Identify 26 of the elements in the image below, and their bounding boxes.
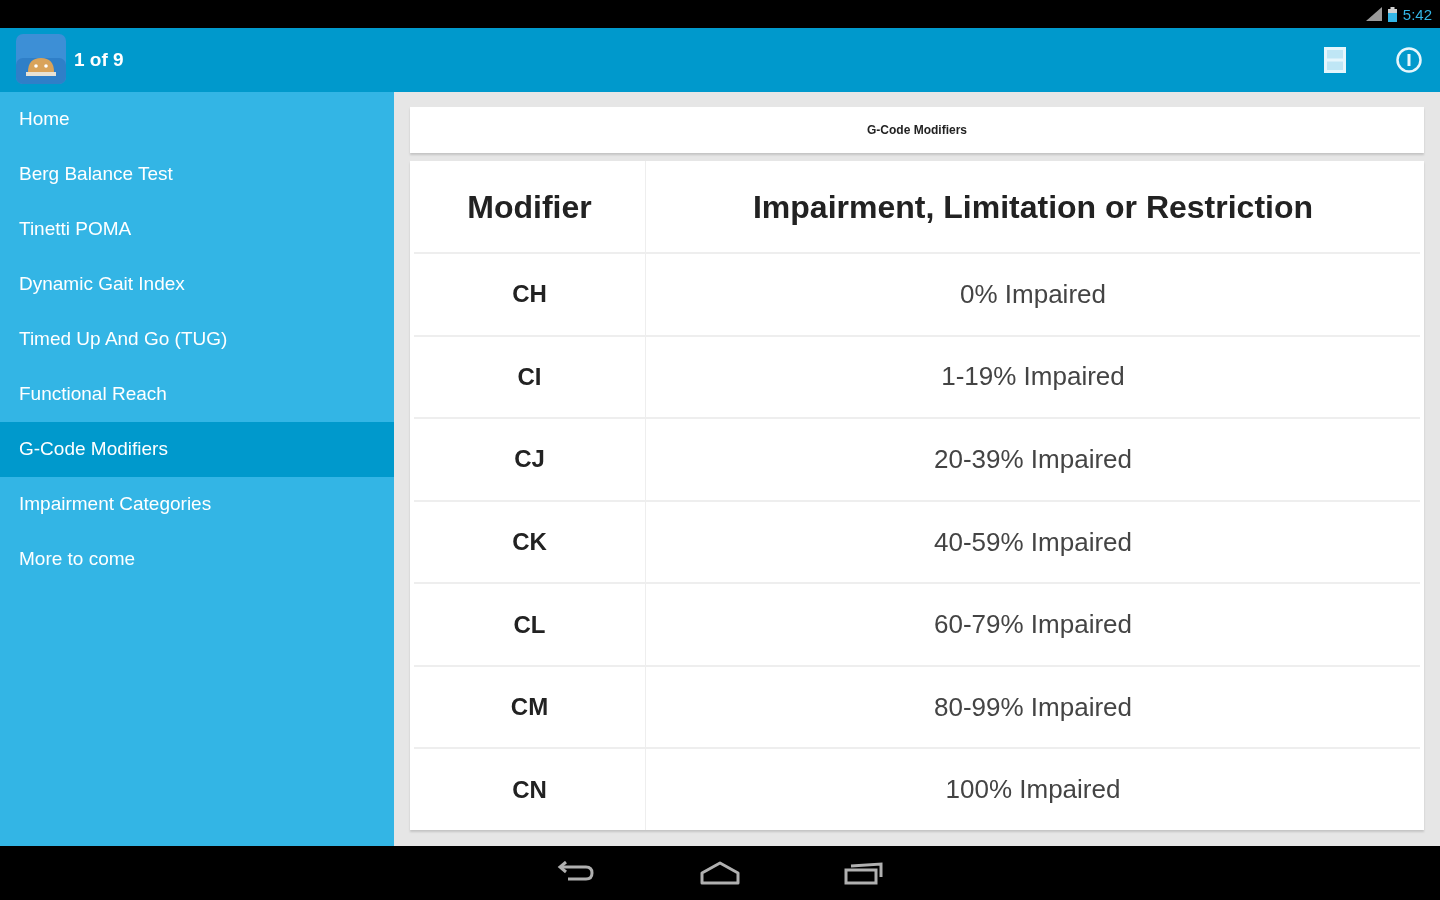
table-cell-text: CH <box>512 279 547 310</box>
table-cell-text: 60-79% Impaired <box>934 608 1132 642</box>
clock-time: 5:42 <box>1402 6 1432 22</box>
column-header: Modifier <box>467 187 592 227</box>
recents-icon[interactable] <box>844 861 884 885</box>
table-cell-text: 80-99% Impaired <box>934 690 1132 724</box>
table-cell-text: 100% Impaired <box>945 773 1121 807</box>
table-cell-text: CM <box>510 692 549 723</box>
battery-icon <box>1387 6 1397 22</box>
table-cell-text: CK <box>512 527 547 557</box>
home-icon[interactable] <box>700 861 740 885</box>
table-cell-text: CI <box>517 361 542 392</box>
column-header: Impairment, Limitation or Restriction <box>752 187 1314 227</box>
sidebar-item[interactable]: G-Code Modifiers <box>0 422 394 477</box>
info-icon[interactable] <box>1396 47 1422 73</box>
app-icon[interactable] <box>16 34 66 86</box>
table-cell-text: 1-19% Impaired <box>941 360 1125 394</box>
table-cell-text: CL <box>513 609 546 640</box>
table-cell-text: CJ <box>514 444 545 475</box>
table-cell-text: 0% Impaired <box>960 277 1106 311</box>
section-title: G-Code Modifiers <box>867 122 967 139</box>
signal-icon <box>1365 7 1382 21</box>
table-cell-text: CN <box>512 774 547 805</box>
table-cell-text: 40-59% Impaired <box>934 525 1132 559</box>
page-counter: 1 of 9 <box>74 47 124 72</box>
table-cell-text: 20-39% Impaired <box>934 442 1132 476</box>
